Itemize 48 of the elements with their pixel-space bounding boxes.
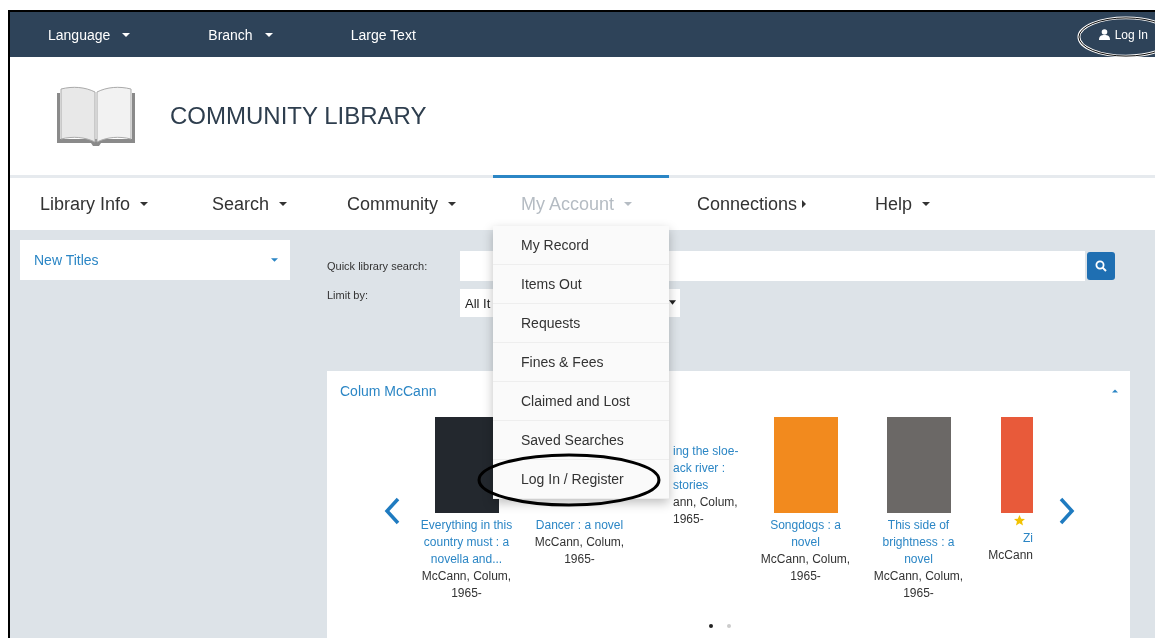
caret-icon	[802, 200, 807, 208]
top-bar-item[interactable]: Branch	[208, 26, 273, 43]
book-title-link[interactable]: Zi	[1023, 530, 1033, 547]
book-title-link[interactable]: This side of brightness : a novel	[882, 517, 955, 568]
nav-tab[interactable]: Help	[847, 175, 967, 230]
open-book-icon	[55, 85, 137, 147]
search-icon	[1095, 260, 1107, 272]
nav-tab[interactable]: Search	[184, 175, 319, 230]
book-author: McCann, Colum, 1965-	[534, 534, 625, 568]
menu-item[interactable]: Claimed and Lost	[493, 382, 669, 421]
top-bar-item[interactable]: Language	[48, 26, 131, 43]
new-titles-dropdown[interactable]: New Titles	[20, 240, 290, 280]
menu-item[interactable]: Items Out	[493, 265, 669, 304]
collapse-caret-icon[interactable]	[1112, 389, 1118, 393]
menu-item[interactable]: Requests	[493, 304, 669, 343]
book-author: McCann	[988, 547, 1033, 564]
book-author: McCann, Colum, 1965-	[421, 568, 512, 602]
book-title-link[interactable]: Everything in this country must : a novella and...	[420, 517, 513, 568]
nav-tab[interactable]: Connections	[669, 175, 847, 230]
menu-item[interactable]: Fines & Fees	[493, 343, 669, 382]
top-bar-item[interactable]: Large Text	[350, 26, 416, 43]
book-author: McCann, Colum, 1965-	[873, 568, 964, 602]
caret-icon	[922, 202, 931, 206]
book-author: McCann, Colum, 1965-	[760, 551, 851, 585]
caret-icon	[271, 258, 278, 262]
caret-icon	[624, 202, 633, 206]
caret-icon	[448, 202, 457, 206]
caret-icon	[669, 300, 676, 305]
carousel-dot[interactable]	[727, 624, 731, 628]
book-cover[interactable]	[434, 417, 499, 513]
nav-tab[interactable]: Community	[319, 175, 493, 230]
user-icon	[1098, 29, 1110, 40]
carousel-title: Colum McCann	[340, 383, 437, 399]
menu-item[interactable]: Saved Searches	[493, 421, 669, 460]
library-title: COMMUNITY LIBRARY	[170, 102, 427, 130]
limit-label: Limit by:	[327, 289, 369, 301]
caret-icon	[140, 202, 149, 206]
book-title-link[interactable]: Dancer : a novel	[535, 517, 624, 534]
book-title-link[interactable]: Songdogs : a novel	[770, 517, 841, 551]
book-author: ann, Colum, 1965-	[673, 494, 738, 528]
search-label: Quick library search:	[327, 260, 429, 272]
menu-item[interactable]: Log In / Register	[493, 460, 669, 499]
menu-item[interactable]: My Record	[493, 226, 669, 265]
book-title-link[interactable]: ing the sloe- ack river : stories	[673, 443, 739, 494]
search-button[interactable]	[1087, 252, 1115, 280]
nav-tab[interactable]: Library Info	[12, 175, 184, 230]
caret-icon	[279, 202, 288, 206]
carousel-dot[interactable]	[709, 624, 713, 628]
